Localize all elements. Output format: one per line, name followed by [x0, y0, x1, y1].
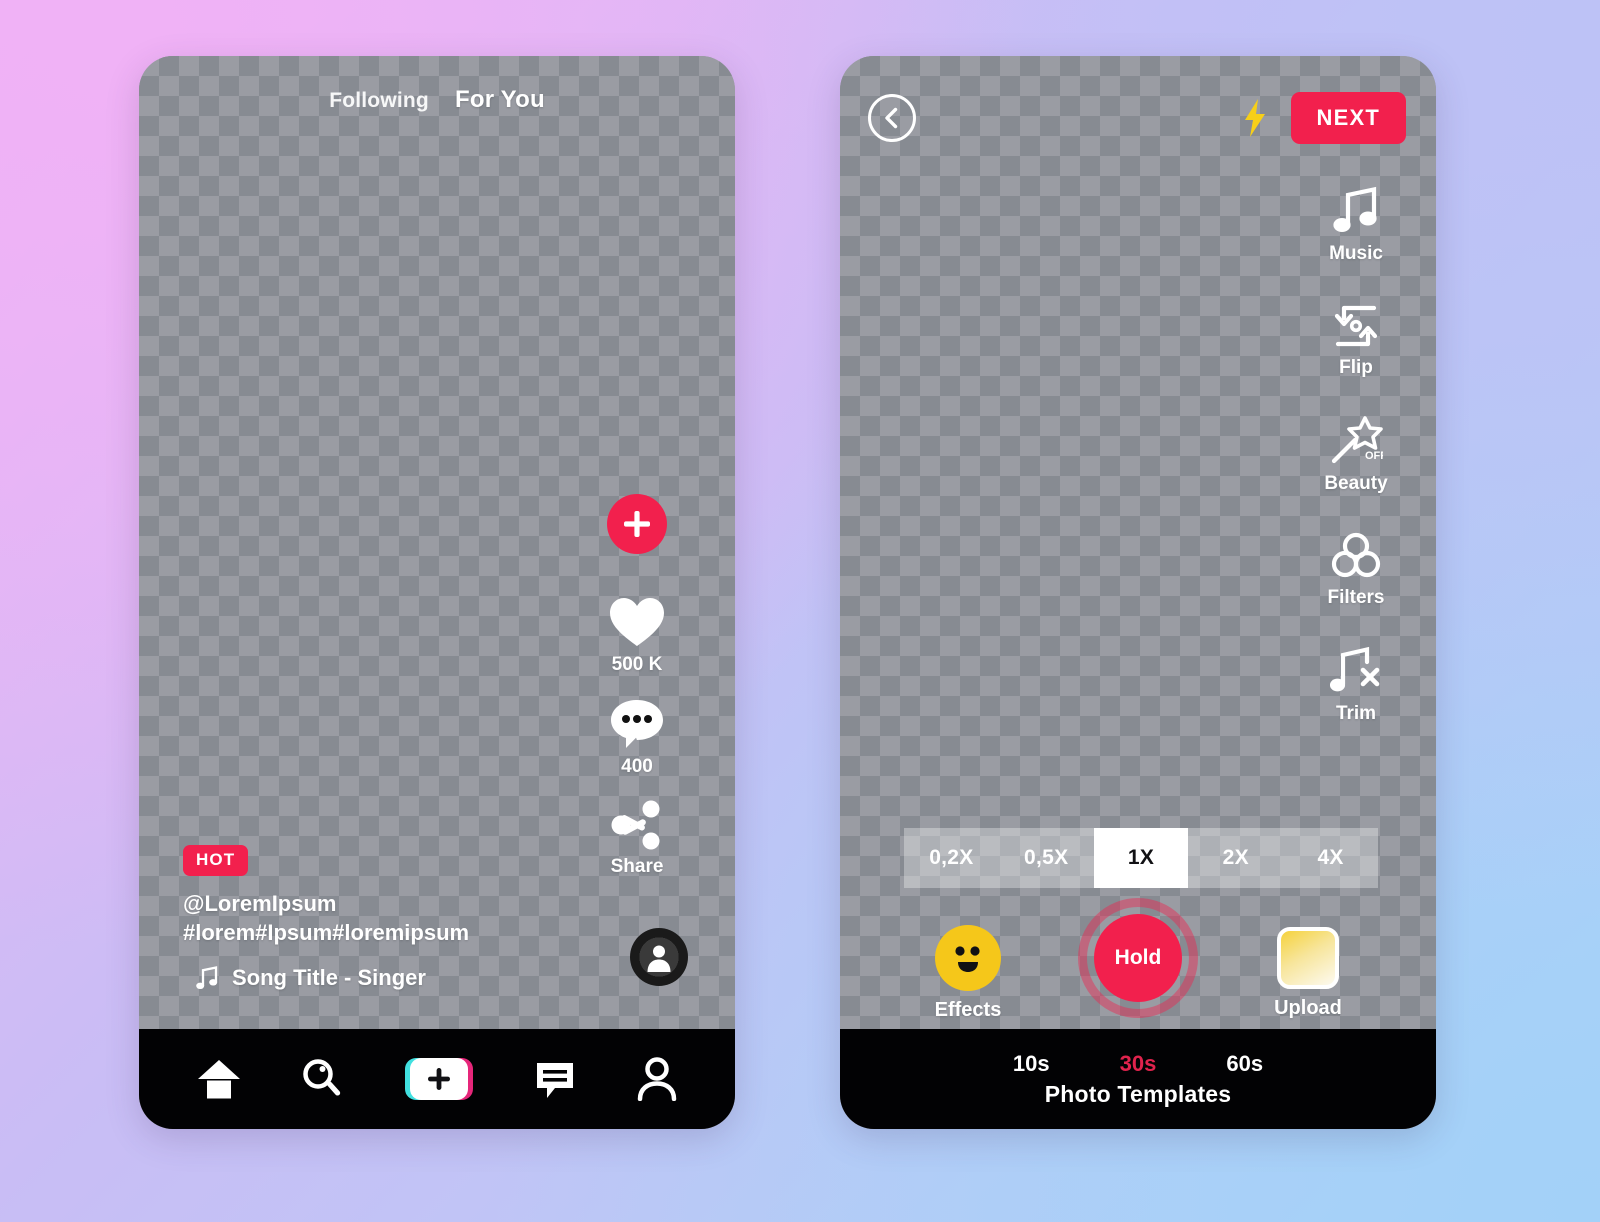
tool-music[interactable]: Music [1329, 186, 1383, 265]
flip-camera-icon [1334, 305, 1378, 347]
camera-bottom-bar: 10s 30s 60s Photo Templates [840, 1029, 1436, 1129]
speed-selector: 0,2X 0,5X 1X 2X 4X [904, 828, 1378, 888]
feed-caption: HOT @LoremIpsum #lorem#Ipsum#loremipsum … [183, 844, 469, 991]
nav-item-discover[interactable] [301, 1057, 345, 1101]
svg-text:OFF: OFF [1365, 450, 1383, 462]
phone-mockup-camera: NEXT Music Flip OF Beauty Filters Trim 0… [840, 56, 1436, 1129]
record-ring: Hold [1078, 898, 1198, 1018]
comment-count: 400 [621, 756, 653, 777]
next-button[interactable]: NEXT [1290, 92, 1406, 144]
tool-filters[interactable]: Filters [1327, 532, 1385, 609]
speed-option-4x[interactable]: 4X [1283, 828, 1378, 888]
chevron-left-icon [885, 107, 898, 129]
like-count: 500 K [611, 654, 663, 675]
capture-row: Effects Hold Upload [840, 898, 1436, 1022]
camera-top-bar: NEXT [840, 92, 1436, 144]
camera-screen: NEXT Music Flip OF Beauty Filters Trim 0… [840, 56, 1436, 1129]
tab-following[interactable]: Following [329, 89, 429, 113]
hashtags[interactable]: #lorem#Ipsum#loremipsum [183, 918, 469, 947]
back-button[interactable] [868, 94, 916, 142]
heart-icon [610, 598, 664, 646]
tool-beauty[interactable]: OFF Beauty [1324, 416, 1388, 495]
avatar[interactable] [630, 928, 688, 986]
comment-bubble-icon [611, 700, 663, 748]
share-button[interactable]: Share [610, 800, 664, 878]
speed-option-2x[interactable]: 2X [1188, 828, 1283, 888]
nav-item-profile[interactable] [636, 1057, 678, 1101]
tool-trim[interactable]: Trim [1330, 646, 1382, 725]
feed-action-rail: 500 K 400 Share [582, 494, 692, 878]
nav-item-create[interactable] [404, 1055, 474, 1103]
music-note-x-icon [1330, 646, 1380, 692]
home-icon [198, 1060, 241, 1099]
share-label: Share [610, 856, 664, 877]
tool-label-beauty: Beauty [1324, 473, 1388, 494]
music-note-icon [196, 966, 218, 989]
effects-label: Effects [934, 999, 1002, 1021]
tab-for-you[interactable]: For You [455, 86, 545, 114]
tool-label-trim: Trim [1335, 703, 1377, 724]
duration-10s[interactable]: 10s [1013, 1051, 1050, 1077]
photo-templates-label[interactable]: Photo Templates [1045, 1081, 1232, 1108]
upload-button[interactable]: Upload [1248, 916, 1368, 1020]
duration-60s[interactable]: 60s [1226, 1051, 1263, 1077]
search-icon [303, 1059, 341, 1096]
person-icon [637, 1057, 676, 1101]
like-button[interactable]: 500 K [608, 596, 666, 676]
song-title: Song Title - Singer [232, 965, 426, 990]
camera-tool-rail: Music Flip OFF Beauty [1304, 186, 1408, 725]
filters-circles-icon [1331, 532, 1381, 578]
gallery-thumbnail-icon [1277, 927, 1339, 989]
plus-icon [624, 511, 650, 537]
duration-30s[interactable]: 30s [1120, 1051, 1157, 1077]
phone-mockup-feed: Following For You 500 K 400 Share HOT @L… [139, 56, 735, 1129]
bottom-nav [139, 1029, 735, 1129]
tool-label-music: Music [1329, 243, 1383, 264]
plus-box-icon [404, 1058, 473, 1100]
share-icon [611, 800, 660, 850]
camera-top-actions: NEXT [1241, 92, 1406, 144]
tool-label-filters: Filters [1327, 587, 1385, 608]
person-avatar-icon [647, 945, 671, 972]
magic-wand-icon: OFF [1331, 416, 1383, 464]
record-hold-button[interactable]: Hold [1094, 914, 1182, 1002]
add-button[interactable] [607, 494, 667, 554]
speed-option-0-5x[interactable]: 0,5X [999, 828, 1094, 888]
record-button-cell: Hold [1078, 898, 1198, 1018]
feed-screen: Following For You 500 K 400 Share HOT @L… [139, 56, 735, 1129]
song-row[interactable]: Song Title - Singer [183, 965, 469, 991]
duration-selector: 10s 30s 60s [1013, 1051, 1263, 1077]
speed-option-0-2x[interactable]: 0,2X [904, 828, 999, 888]
lightning-bolt-icon[interactable] [1241, 98, 1269, 138]
nav-item-inbox[interactable] [533, 1057, 577, 1101]
upload-label: Upload [1274, 997, 1342, 1019]
status-badge: HOT [183, 844, 249, 876]
effects-button[interactable]: Effects [908, 916, 1028, 1022]
tool-label-flip: Flip [1339, 357, 1373, 378]
tool-flip[interactable]: Flip [1330, 302, 1382, 379]
speed-option-1x[interactable]: 1X [1093, 828, 1189, 888]
feed-tabs: Following For You [139, 86, 735, 114]
smiley-face-icon [935, 925, 1001, 991]
smiley-glyph-icon [955, 946, 980, 972]
message-icon [536, 1063, 573, 1098]
comment-button[interactable]: 400 [609, 698, 665, 778]
nav-item-home[interactable] [196, 1058, 242, 1100]
author-handle[interactable]: @LoremIpsum [183, 889, 469, 918]
music-note-icon [1333, 186, 1377, 232]
